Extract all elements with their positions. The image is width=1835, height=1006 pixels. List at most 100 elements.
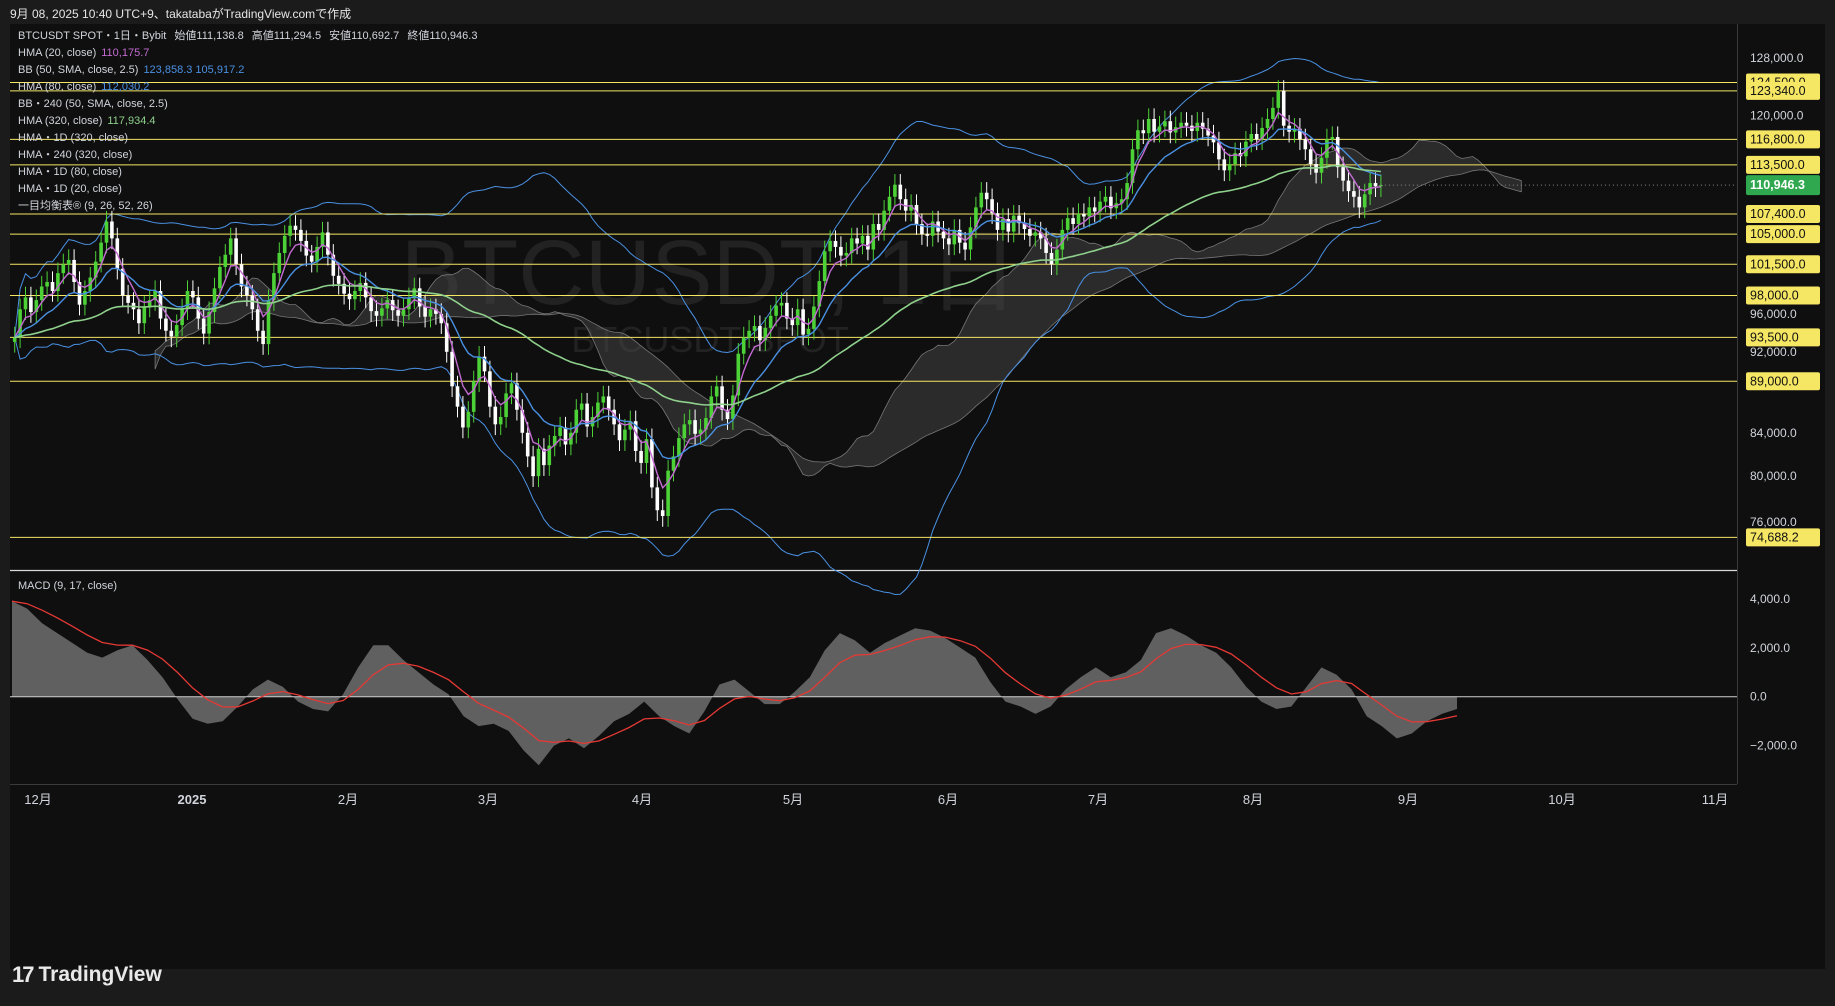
level-label-text: 89,000.0 [1750, 374, 1799, 388]
candle-body [1227, 164, 1232, 171]
candle [12, 326, 17, 353]
indicator-name: HMA・240 (320, close) [18, 149, 133, 161]
candle [336, 265, 341, 295]
candle [396, 299, 400, 327]
candle-body [525, 432, 530, 457]
candle-body [963, 242, 967, 250]
candle-body [45, 282, 49, 287]
chart-area[interactable]: BTCUSDT, 1日 BTCUSDT SPOT 128,000.0 120,000.… [10, 24, 1825, 969]
candle-body [531, 456, 535, 477]
candle [1249, 123, 1254, 153]
time-tick-label: 12月 [24, 792, 51, 807]
candle-body [844, 252, 849, 256]
candle-body [169, 330, 174, 337]
candle-body [277, 252, 282, 274]
candle [315, 236, 319, 273]
candle-body [239, 264, 244, 287]
candle [282, 225, 287, 264]
candle [347, 283, 352, 310]
candle-body [288, 225, 292, 236]
level-label-text: 107,400.0 [1750, 207, 1806, 221]
candle-body [1357, 196, 1362, 208]
candle [979, 182, 984, 219]
candle-body [606, 396, 611, 410]
candle-body [1254, 133, 1259, 140]
candle-body [1071, 218, 1075, 225]
level-label-text: 101,500.0 [1750, 257, 1806, 271]
candle-body [687, 420, 692, 425]
price-tick-label: 76,000.0 [1750, 515, 1797, 529]
candle [23, 286, 28, 321]
candle [714, 375, 719, 408]
candle [531, 445, 535, 487]
level-label: 93,500.0 [1746, 328, 1820, 347]
last-price-text: 110,946.3 [1750, 178, 1805, 192]
candle [660, 499, 665, 527]
level-label: 74,688.2 [1746, 528, 1820, 547]
candle-body [1136, 130, 1140, 150]
indicator-name: 一目均衡表® (9, 26, 52, 26) [18, 200, 153, 212]
candle [1168, 110, 1173, 144]
candle-body [369, 297, 373, 312]
candle [326, 221, 330, 266]
candle [50, 271, 55, 302]
candle-body [1330, 137, 1335, 140]
candle-body [536, 448, 541, 477]
candle [990, 188, 994, 224]
indicator-list: HMA (20, close) 110,175.7 BB (50, SMA, clo… [18, 45, 482, 215]
candle [498, 406, 503, 436]
candle-body [1092, 207, 1097, 212]
candle [1092, 196, 1097, 223]
tradingview-logo-icon: 17 [12, 962, 35, 987]
last-price-label: 110,946.3 [1746, 175, 1820, 196]
candle-body [1028, 229, 1032, 236]
candle [299, 219, 303, 252]
candle-body [1319, 157, 1324, 173]
legend-high-label: 高値 [251, 30, 274, 42]
indicator-row: HMA・240 (320, close) [18, 147, 482, 164]
indicator-row: HMA (80, close) 112,030.2 [18, 79, 482, 96]
candle [493, 396, 498, 436]
price-tick-label: 92,000.0 [1750, 345, 1797, 359]
candle-body [941, 231, 946, 239]
candle [1206, 118, 1210, 147]
candle-body [126, 295, 130, 303]
candle [563, 416, 568, 456]
candle-body [39, 286, 44, 301]
candle-body [309, 255, 314, 262]
candle-body [833, 240, 838, 247]
candle [293, 215, 298, 241]
candle-body [164, 318, 168, 331]
candle-body [250, 295, 255, 310]
candle [1200, 112, 1205, 140]
candle [1227, 153, 1232, 182]
candle-body [353, 291, 357, 300]
candle [288, 215, 292, 247]
candle-body [515, 383, 519, 410]
candle-body [228, 238, 233, 255]
candle-body [871, 224, 876, 250]
candle-body [1303, 139, 1308, 150]
candle-body [293, 225, 298, 230]
indicator-value: 123,858.3 105,917.2 [143, 64, 245, 76]
tradingview-brand[interactable]: 17 TradingView [12, 962, 162, 988]
price-tick-label: 84,000.0 [1750, 426, 1797, 440]
candle-body [1379, 185, 1383, 187]
candle-body [255, 309, 260, 331]
candle-body [639, 450, 643, 463]
candle-body [876, 224, 881, 230]
indicator-name: HMA・1D (20, close) [18, 183, 122, 195]
macd-legend: MACD (9, 17, close) [18, 578, 122, 595]
candle-body [579, 403, 584, 410]
candle-body [1087, 207, 1092, 217]
candle-body [1341, 167, 1345, 181]
candle-body [1065, 218, 1070, 230]
candle-body [1249, 133, 1254, 142]
indicator-row: HMA・1D (80, close) [18, 164, 482, 181]
level-label-text: 105,000.0 [1750, 227, 1806, 241]
candle [83, 280, 87, 316]
time-tick-label: 11月 [1702, 792, 1729, 807]
candle [1141, 119, 1146, 144]
candle [466, 401, 471, 439]
candle [547, 434, 552, 476]
